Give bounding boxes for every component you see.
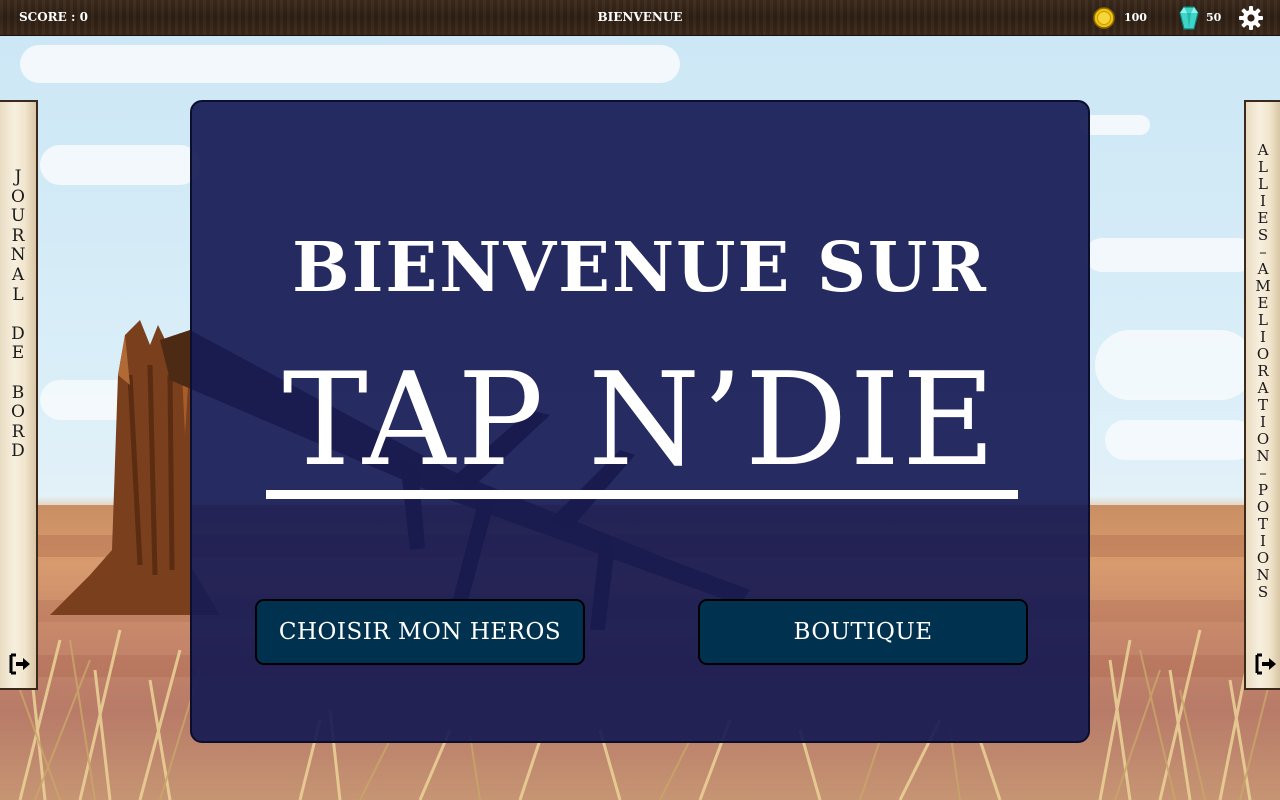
- allies-panel-letter: O: [1256, 345, 1270, 363]
- exit-icon[interactable]: [1254, 652, 1278, 676]
- journal-panel[interactable]: JOURNAL DE BORD: [0, 100, 38, 690]
- allies-panel-letter: O: [1256, 498, 1270, 516]
- gem-count: 50: [1206, 11, 1222, 24]
- journal-panel-letter: [0, 305, 36, 325]
- allies-panel-letter: T: [1257, 396, 1268, 414]
- allies-panel-letter: E: [1257, 294, 1269, 312]
- journal-panel-letter: D: [11, 323, 25, 344]
- cloud: [1080, 115, 1150, 135]
- allies-panel-letter: I: [1260, 532, 1266, 550]
- journal-panel-letter: J: [14, 167, 22, 187]
- title-underline: [266, 490, 1018, 499]
- choose-hero-button[interactable]: CHOISIR MON HEROS: [255, 599, 585, 665]
- allies-panel-letter: L: [1258, 311, 1268, 329]
- exit-icon[interactable]: [8, 652, 32, 676]
- journal-panel-letter: L: [12, 284, 24, 305]
- allies-panel-letter: A: [1257, 141, 1269, 159]
- allies-panel[interactable]: A L L I E S – A M E L I O R A T I O N – P O T I O N S: [1244, 100, 1280, 690]
- top-bar: SCORE : 0 BIENVENUE 100 50: [0, 0, 1280, 36]
- shop-button[interactable]: BOUTIQUE: [698, 599, 1028, 665]
- allies-panel-letter: O: [1256, 430, 1270, 448]
- allies-panel-letter: A: [1257, 260, 1269, 278]
- allies-panel-letter: E: [1257, 209, 1269, 227]
- cloud: [1105, 420, 1255, 460]
- journal-panel-letter: O: [11, 402, 25, 423]
- journal-panel-letter: D: [11, 441, 25, 462]
- cloud: [20, 45, 680, 83]
- journal-panel-letter: R: [11, 421, 25, 442]
- allies-panel-letter: S: [1257, 226, 1269, 244]
- journal-panel-letter: U: [10, 206, 26, 227]
- allies-panel-label: A L L I E S – A M E L I O R A T I O N – P O T I O N S: [1246, 142, 1280, 601]
- cloud: [40, 145, 200, 185]
- cloud: [1085, 238, 1255, 272]
- screen-title: BIENVENUE: [597, 10, 683, 24]
- journal-panel-letter: A: [11, 264, 25, 285]
- allies-panel-letter: R: [1257, 362, 1269, 380]
- allies-panel-letter: T: [1257, 515, 1268, 533]
- allies-panel-letter: M: [1255, 277, 1271, 295]
- journal-panel-letter: B: [11, 382, 25, 403]
- allies-panel-letter: I: [1260, 328, 1266, 346]
- allies-panel-letter: P: [1257, 481, 1269, 499]
- cloud: [1095, 330, 1255, 400]
- allies-panel-letter: L: [1258, 158, 1268, 176]
- welcome-dialog: BIENVENUE SUR TAP N’DIE CHOISIR MON HERO…: [190, 100, 1090, 743]
- allies-panel-letter: L: [1258, 175, 1268, 193]
- allies-panel-letter: S: [1257, 583, 1269, 601]
- journal-panel-letter: R: [11, 225, 25, 246]
- allies-panel-letter: A: [1257, 379, 1269, 397]
- allies-panel-letter: –: [1259, 243, 1267, 261]
- journal-panel-letter: O: [11, 186, 25, 207]
- allies-panel-letter: I: [1260, 192, 1266, 210]
- journal-panel-letter: E: [11, 343, 25, 364]
- allies-panel-letter: N: [1256, 447, 1270, 465]
- allies-panel-letter: N: [1256, 566, 1270, 584]
- gem-icon: [1179, 6, 1199, 30]
- allies-panel-letter: I: [1260, 413, 1266, 431]
- welcome-heading: BIENVENUE SUR: [292, 228, 988, 308]
- journal-panel-label: JOURNAL DE BORD: [0, 167, 36, 462]
- journal-panel-letter: N: [10, 245, 26, 266]
- coin-icon: [1093, 7, 1115, 29]
- allies-panel-letter: O: [1256, 549, 1270, 567]
- allies-panel-letter: –: [1259, 464, 1267, 482]
- journal-panel-letter: [0, 364, 36, 384]
- gear-icon[interactable]: [1238, 5, 1264, 31]
- game-title: TAP N’DIE: [282, 346, 998, 495]
- coin-count: 100: [1124, 11, 1147, 24]
